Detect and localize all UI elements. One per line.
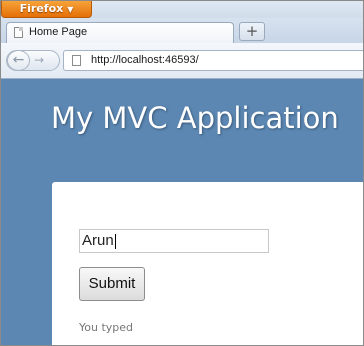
text-caret <box>114 233 116 249</box>
tab-strip: Home Page + <box>1 18 363 44</box>
navigation-bar: ← → http://localhost:46593/ <box>1 43 363 79</box>
firefox-menu-button[interactable]: Firefox ▼ <box>1 1 92 18</box>
firefox-menu-label: Firefox <box>19 2 64 15</box>
page-content: My MVC Application Arun Submit You typed <box>1 79 363 345</box>
page-icon <box>14 27 23 38</box>
main-panel: Arun Submit You typed <box>52 182 363 345</box>
history-buttons: ← → <box>6 50 60 71</box>
submit-button[interactable]: Submit <box>79 267 145 301</box>
back-arrow-icon: ← <box>12 52 25 68</box>
browser-window: Firefox ▼ Home Page + ← → http://localhos… <box>0 0 364 346</box>
name-input[interactable]: Arun <box>79 229 269 253</box>
result-label: You typed <box>79 321 134 334</box>
back-button[interactable]: ← <box>7 50 30 71</box>
tab-title: Home Page <box>29 26 88 38</box>
dropdown-arrow-icon: ▼ <box>67 5 74 14</box>
new-tab-plus-icon: + <box>245 22 259 40</box>
tab-home-page[interactable]: Home Page <box>6 22 234 44</box>
new-tab-button[interactable]: + <box>239 22 265 41</box>
name-input-value: Arun <box>82 232 114 249</box>
url-text: http://localhost:46593/ <box>91 54 199 66</box>
forward-button[interactable]: → <box>34 52 44 68</box>
address-bar[interactable]: http://localhost:46593/ <box>63 50 363 71</box>
site-identity-icon[interactable] <box>72 55 81 66</box>
site-title: My MVC Application <box>51 101 339 135</box>
forward-arrow-icon: → <box>34 53 45 67</box>
